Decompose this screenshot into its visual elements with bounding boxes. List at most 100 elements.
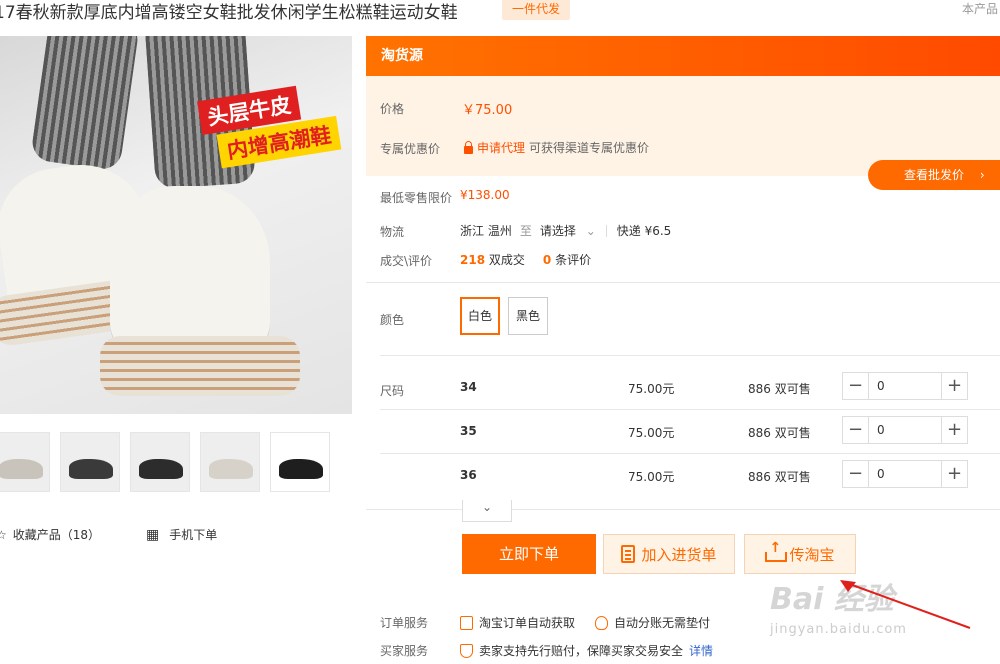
thumbnail-4-shoe [209,459,253,479]
size-row: 36 75.00元 886 双可售 − 0 + [380,454,1000,498]
quantity-stepper: − 0 + [842,460,968,488]
thumbnail-2-shoe [69,459,113,479]
apply-agent-link[interactable]: 申请代理 可获得渠道专属优惠价 [464,139,649,156]
destination-select[interactable]: 请选择 ⌄ [540,222,596,239]
deals-link[interactable]: 218 双成交 [460,251,525,268]
thumbnail-1[interactable] [0,432,50,492]
size-row: 34 75.00元 886 双可售 − 0 + [380,366,1000,410]
thumbnail-2[interactable] [60,432,120,492]
color-option-black[interactable]: 黑色 [508,297,548,335]
shipping-fee: 快递 ¥6.5 [616,224,672,238]
view-wholesale-button[interactable]: 查看批发价 › [868,160,1000,190]
upload-taobao-label: 传淘宝 [789,545,835,564]
section-divider [380,355,1000,356]
panel-header: 淘货源 [366,36,1000,76]
reviews-unit: 条评价 [555,253,592,267]
thumbnail-3[interactable] [130,432,190,492]
plus-button[interactable]: + [941,373,967,399]
lock-icon [464,140,473,154]
star-icon: ☆ [0,527,7,542]
mobile-order-label: 手机下单 [169,528,218,542]
apply-agent-desc: 可获得渠道专属优惠价 [529,141,650,155]
upload-icon [765,540,788,562]
deals-count: 218 [460,253,486,267]
quantity-stepper: − 0 + [842,372,968,400]
mobile-order-button[interactable]: ▦ 手机下单 [146,526,217,543]
document-icon [460,615,473,630]
plus-button[interactable]: + [941,417,967,443]
shield-icon [460,643,473,658]
thumbnail-5-shoe [279,459,323,479]
product-title: 17春秋新款厚底内增高镂空女鞋批发休闲学生松糕鞋运动女鞋 [0,3,458,23]
money-bag-icon [595,615,609,630]
price-label: 价格 [380,102,405,116]
size-row: 35 75.00元 886 双可售 − 0 + [380,410,1000,454]
reviews-count: 0 [542,253,552,267]
minus-button[interactable]: − [843,417,869,443]
annotation-arrow [840,580,971,629]
origin: 浙江 温州 [460,224,512,238]
deals-label: 成交\评价 [380,254,433,268]
buyer-service-row: 买家服务 卖家支持先行赔付，保障买家交易安全 详情 [380,642,713,659]
upload-taobao-button[interactable]: 传淘宝 [744,534,856,574]
size-value: 34 [460,380,477,394]
section-divider [366,282,1000,283]
minus-button[interactable]: − [843,461,869,487]
order-service-row: 订单服务 淘宝订单自动获取 自动分账无需垫付 [380,614,730,631]
buyer-service-item: 卖家支持先行赔付，保障买家交易安全 [460,642,683,659]
quantity-input[interactable]: 0 [869,461,941,487]
wholesale-label: 查看批发价 [904,168,965,182]
deals-info: 218 双成交 0 条评价 [460,251,591,268]
min-price-label: 最低零售限价 [380,191,453,205]
min-price-value: ¥138.00 [460,188,510,202]
thumbnail-5[interactable] [270,432,330,492]
list-icon [621,545,636,563]
size-stock: 886 双可售 [748,382,811,396]
report-link[interactable]: 本产品 [962,0,998,17]
size-value: 36 [460,468,477,482]
qr-code-icon: ▦ [146,526,160,543]
order-service-item: 自动分账无需垫付 [595,614,710,631]
color-option-white[interactable]: 白色 [460,297,500,335]
add-to-list-button[interactable]: 加入进货单 [603,534,735,574]
plus-button[interactable]: + [941,461,967,487]
reviews-link[interactable]: 0 条评价 [543,251,591,268]
price-value: ￥75.00 [462,103,513,118]
logistics-label: 物流 [380,225,405,239]
order-service-item: 淘宝订单自动获取 [460,614,575,631]
chevron-down-icon: ⌄ [481,500,493,514]
thumbnail-strip [0,432,330,492]
thumbnail-4[interactable] [200,432,260,492]
buy-now-button[interactable]: 立即下单 [462,534,596,574]
order-service-label: 订单服务 [380,616,429,630]
to-label: 至 [519,224,532,238]
favorite-button[interactable]: ☆ 收藏产品（18） [0,526,100,543]
apply-agent-text: 申请代理 [477,141,526,155]
size-price: 75.00元 [628,470,675,484]
size-stock: 886 双可售 [748,426,811,440]
quantity-stepper: − 0 + [842,416,968,444]
buyer-service-text: 卖家支持先行赔付，保障买家交易安全 [479,644,684,658]
size-stock: 886 双可售 [748,470,811,484]
order-service-text: 自动分账无需垫付 [614,616,711,630]
main-product-image[interactable]: 头层牛皮 内增高潮鞋 [0,36,352,414]
destination-value: 请选择 [539,224,576,238]
chevron-down-icon: ⌄ [585,224,596,238]
logistics-info: 浙江 温州 至 请选择 ⌄ 快递 ¥6.5 [460,222,671,239]
size-price: 75.00元 [628,382,675,396]
divider [605,224,607,237]
color-label: 颜色 [380,313,405,327]
dropship-tag: 一件代发 [502,0,571,20]
quantity-input[interactable]: 0 [869,373,941,399]
details-link[interactable]: 详情 [689,642,713,659]
expand-sizes-button[interactable]: ⌄ [462,500,512,522]
chevron-right-icon: › [979,168,985,182]
discount-label: 专属优惠价 [380,142,441,156]
minus-button[interactable]: − [843,373,869,399]
add-to-list-label: 加入进货单 [641,545,717,564]
quantity-input[interactable]: 0 [869,417,941,443]
buyer-service-label: 买家服务 [380,644,429,658]
favorite-label: 收藏产品（18） [12,528,101,542]
thumbnail-1-shoe [0,459,43,479]
deals-unit: 双成交 [488,253,525,267]
